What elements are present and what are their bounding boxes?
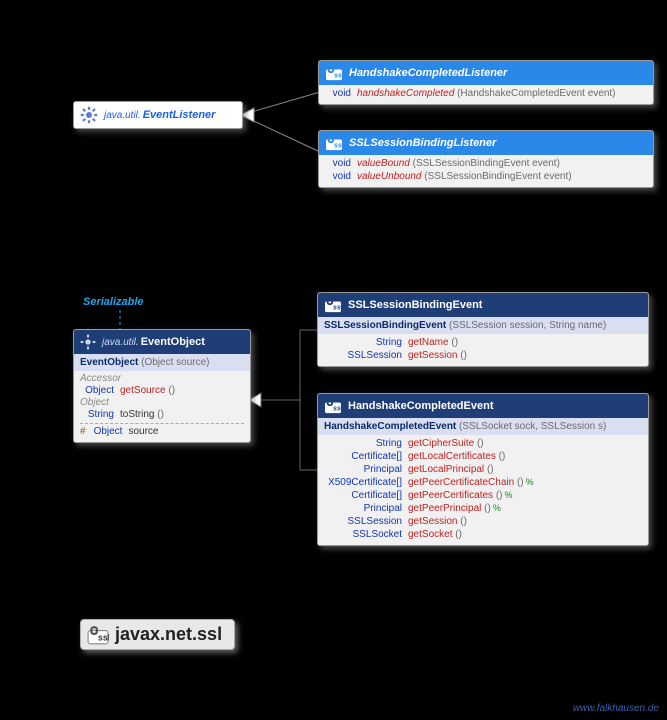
method-row: Principal getPeerPrincipal ()% [324,502,642,515]
hce-box: ssl HandshakeCompletedEvent HandshakeCom… [317,393,649,546]
return-type: String [324,438,402,449]
method-params: (HandshakeCompletedEvent event) [457,88,615,99]
gear-icon [80,106,98,124]
method-row: void handshakeCompleted (HandshakeComple… [325,87,647,100]
hce-title: HandshakeCompletedEvent [348,400,493,412]
ssbe-title: SSLSessionBindingEvent [348,299,482,311]
serializable-label: Serializable [83,296,144,308]
method-name: getLocalCertificates [408,451,496,462]
return-type: Principal [324,464,402,475]
ssbl-box: ssl SSLSessionBindingListener void value… [318,130,654,188]
throws-icon: % [505,490,513,500]
diagram-stage: java.util.EventListener ssl HandshakeCom… [0,0,667,720]
method-row: SSLSession getSession () [324,515,642,528]
method-params: () [455,529,462,540]
throws-icon: % [493,503,501,513]
method-params: () [484,503,491,514]
method-params: () [460,516,467,527]
return-type: X509Certificate[] [324,477,402,488]
eventobject-ctor: EventObject (Object source) [74,354,250,371]
ssbl-header: ssl SSLSessionBindingListener [319,131,653,155]
eventobject-box: java.util.EventObject EventObject (Objec… [73,329,251,443]
eventlistener-title: java.util.EventListener [104,109,215,121]
ssl-icon: ssl [325,135,343,151]
svg-text:ssl: ssl [333,303,342,311]
ssl-icon: ssl [325,65,343,81]
method-row: String getCipherSuite () [324,437,642,450]
hce-rows: String getCipherSuite () Certificate[] getL… [318,435,648,545]
throws-icon: % [526,477,534,487]
method-name: getCipherSuite [408,438,474,449]
method-name: getPeerCertificateChain [408,477,514,488]
ssl-icon: ssl [324,398,342,414]
ssbe-box: ssl SSLSessionBindingEvent SSLSessionBin… [317,292,649,367]
method-params: () [517,477,524,488]
method-params: () [496,490,503,501]
return-type: Certificate[] [324,490,402,501]
return-type: SSLSocket [324,529,402,540]
method-params: () [477,438,484,449]
ssbe-rows: String getName () SSLSession getSession … [318,334,648,366]
eventlistener-pkg: java.util. [104,110,141,121]
method-row: void valueBound (SSLSessionBindingEvent … [325,157,647,170]
ssbe-header: ssl SSLSessionBindingEvent [318,293,648,317]
eventobject-rows: Accessor Object getSource () Object Stri… [74,371,250,442]
method-row: Certificate[] getPeerCertificates ()% [324,489,642,502]
hce-ctor: HandshakeCompletedEvent (SSLSocket sock,… [318,418,648,435]
gear-icon [80,334,96,350]
package-badge: ssl javax.net.ssl [80,619,235,650]
svg-text:ssl: ssl [333,404,342,412]
accessor-label: Accessor [80,373,244,384]
method-row: Principal getLocalPrincipal () [324,463,642,476]
credit-link[interactable]: www.falkhausen.de [573,703,659,714]
method-name: getPeerPrincipal [408,503,481,514]
ssbe-ctor: SSLSessionBindingEvent (SSLSession sessi… [318,317,648,334]
method-row: Object getSource () [80,384,244,397]
ssl-icon: ssl [87,625,109,645]
method-name: handshakeCompleted [357,88,454,99]
svg-text:ssl: ssl [98,632,109,642]
hcl-header: ssl HandshakeCompletedListener [319,61,653,85]
method-name: getSocket [408,529,452,540]
method-row: SSLSession getSession () [324,349,642,362]
return-type: Certificate[] [324,451,402,462]
package-name: javax.net.ssl [115,624,222,645]
eventobject-title: java.util.EventObject [102,336,205,348]
method-row: String getName () [324,336,642,349]
eventlistener-box: java.util.EventListener [73,101,243,129]
object-label: Object [80,397,244,408]
method-name: getSession [408,516,457,527]
eventlistener-name: EventListener [143,109,216,121]
method-row: String toString () [80,408,244,421]
ssl-icon: ssl [324,297,342,313]
return-type: SSLSession [324,516,402,527]
return-type: Principal [324,503,402,514]
method-name: getLocalPrincipal [408,464,484,475]
ssbl-title: SSLSessionBindingListener [349,137,496,149]
eventobject-header: java.util.EventObject [74,330,250,354]
hcl-box: ssl HandshakeCompletedListener void hand… [318,60,654,105]
method-row: Certificate[] getLocalCertificates () [324,450,642,463]
method-params: () [487,464,494,475]
hce-header: ssl HandshakeCompletedEvent [318,394,648,418]
method-params: () [499,451,506,462]
ssbl-rows: void valueBound (SSLSessionBindingEvent … [319,155,653,187]
method-row: X509Certificate[] getPeerCertificateChain… [324,476,642,489]
hcl-rows: void handshakeCompleted (HandshakeComple… [319,85,653,104]
svg-text:ssl: ssl [334,141,343,149]
svg-text:ssl: ssl [334,71,343,79]
method-row: SSLSocket getSocket () [324,528,642,541]
return-type: void [325,88,351,99]
method-row: void valueUnbound (SSLSessionBindingEven… [325,170,647,183]
hcl-title: HandshakeCompletedListener [349,67,507,79]
field-row: # Object source [80,423,244,438]
method-name: getPeerCertificates [408,490,493,501]
